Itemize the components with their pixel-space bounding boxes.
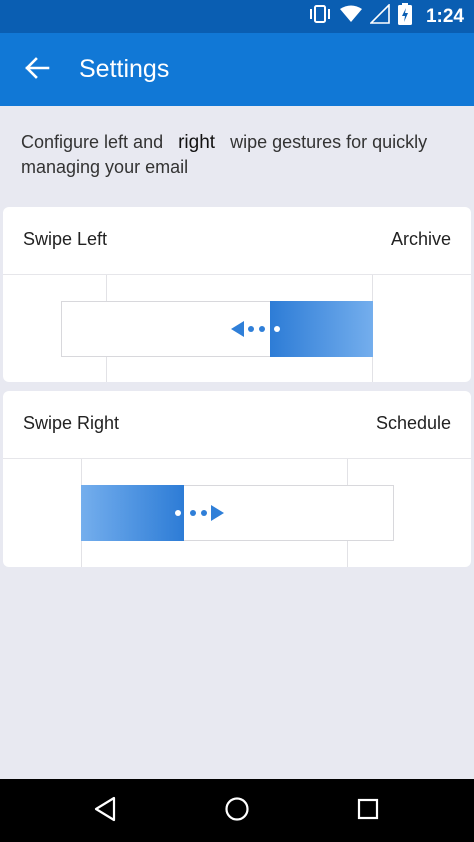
back-triangle-icon [93, 796, 117, 827]
page-title: Settings [79, 55, 170, 83]
navigation-bar [0, 779, 474, 842]
nav-back-button[interactable] [83, 789, 127, 833]
swipe-left-label: Swipe Left [23, 229, 108, 249]
app-bar: Settings [0, 33, 474, 106]
swipe-left-setting[interactable]: Swipe Left Archive [3, 207, 471, 382]
swipe-left-preview [61, 301, 373, 357]
vibrate-icon [308, 4, 332, 29]
swipe-right-setting[interactable]: Swipe Right Schedule [3, 391, 471, 567]
description-part1: Configure left and [21, 132, 164, 152]
description-text: Configure left and right wipe gestures f… [21, 130, 461, 180]
status-icons: 1:24 [308, 0, 464, 33]
nav-recents-button[interactable] [346, 789, 390, 833]
status-bar: 1:24 [0, 0, 474, 33]
swipe-right-action: Schedule [375, 413, 451, 433]
swipe-left-action: Archive [390, 229, 451, 249]
swipe-left-header[interactable]: Swipe Left Archive [3, 207, 471, 275]
battery-charging-icon [397, 3, 412, 30]
nav-home-button[interactable] [215, 789, 259, 833]
signal-icon [369, 3, 390, 29]
wifi-icon [339, 5, 362, 28]
swipe-right-label: Swipe Right [23, 413, 120, 433]
home-circle-icon [224, 796, 250, 827]
swipe-right-action-area [81, 485, 184, 541]
arrow-left-icon [24, 56, 50, 85]
recents-square-icon [356, 797, 380, 826]
status-time: 1:24 [425, 5, 464, 27]
swipe-right-header[interactable]: Swipe Right Schedule [3, 391, 471, 459]
back-button[interactable] [14, 47, 60, 93]
swipe-left-action-area [270, 301, 373, 357]
arrow-right-dotted-icon [173, 503, 225, 528]
arrow-left-dotted-icon [230, 319, 282, 344]
description-emphasis: right [178, 132, 216, 153]
swipe-right-preview [81, 485, 394, 541]
